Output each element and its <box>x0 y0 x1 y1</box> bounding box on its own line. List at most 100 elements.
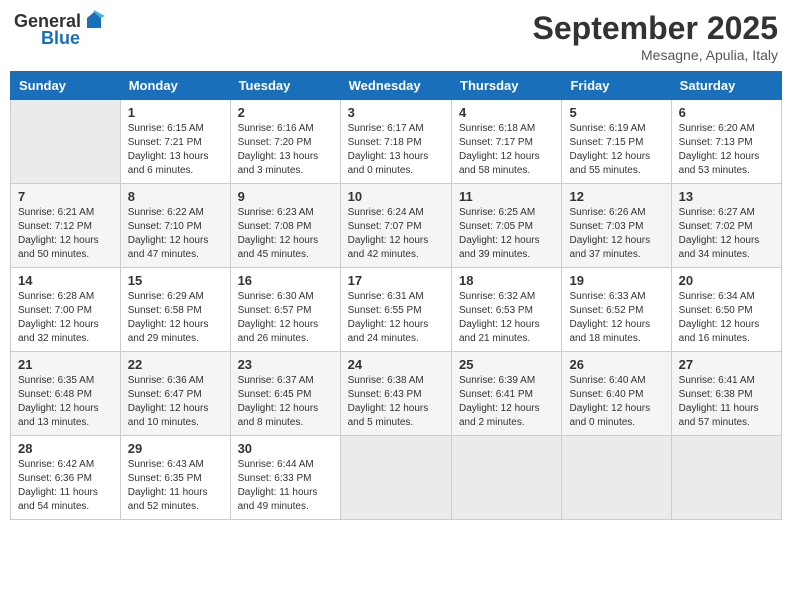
calendar-cell: 5Sunrise: 6:19 AMSunset: 7:15 PMDaylight… <box>562 100 671 184</box>
day-number: 30 <box>238 441 333 456</box>
month-title: September 2025 <box>533 10 778 47</box>
day-info: Sunrise: 6:44 AMSunset: 6:33 PMDaylight:… <box>238 458 333 514</box>
calendar-cell <box>671 436 781 520</box>
day-info: Sunrise: 6:26 AMSunset: 7:03 PMDaylight:… <box>569 206 663 262</box>
day-info: Sunrise: 6:37 AMSunset: 6:45 PMDaylight:… <box>238 374 333 430</box>
day-number: 7 <box>18 189 113 204</box>
calendar-cell: 12 Sunrise: 6:26 AMSunset: 7:03 PMDayligh… <box>562 184 671 268</box>
day-number: 29 <box>128 441 223 456</box>
day-number: 12 <box>569 189 663 204</box>
calendar-cell: 25Sunrise: 6:39 AMSunset: 6:41 PMDayligh… <box>452 352 562 436</box>
day-number: 13 <box>679 189 774 204</box>
day-info: Sunrise: 6:25 AMSunset: 7:05 PMDaylight:… <box>459 206 554 262</box>
day-number: 26 <box>569 357 663 372</box>
day-number: 22 <box>128 357 223 372</box>
day-number: 10 <box>348 189 444 204</box>
calendar-week-row: 7 Sunrise: 6:21 AMSunset: 7:12 PMDaylight… <box>11 184 782 268</box>
day-info: Sunrise: 6:40 AMSunset: 6:40 PMDaylight:… <box>569 374 663 430</box>
calendar-cell: 27Sunrise: 6:41 AMSunset: 6:38 PMDayligh… <box>671 352 781 436</box>
calendar-week-row: 21Sunrise: 6:35 AMSunset: 6:48 PMDayligh… <box>11 352 782 436</box>
day-info: Sunrise: 6:15 AMSunset: 7:21 PMDaylight:… <box>128 122 223 178</box>
column-header-monday: Monday <box>120 72 230 100</box>
day-number: 14 <box>18 273 113 288</box>
calendar-cell: 23 Sunrise: 6:37 AMSunset: 6:45 PMDayligh… <box>230 352 340 436</box>
calendar-cell: 20 Sunrise: 6:34 AMSunset: 6:50 PMDayligh… <box>671 268 781 352</box>
column-header-saturday: Saturday <box>671 72 781 100</box>
day-number: 16 <box>238 273 333 288</box>
day-info: Sunrise: 6:42 AMSunset: 6:36 PMDaylight:… <box>18 458 113 514</box>
calendar-cell: 14 Sunrise: 6:28 AMSunset: 7:00 PMDayligh… <box>11 268 121 352</box>
day-number: 8 <box>128 189 223 204</box>
calendar-cell: 19 Sunrise: 6:33 AMSunset: 6:52 PMDayligh… <box>562 268 671 352</box>
calendar-cell: 3 Sunrise: 6:17 AMSunset: 7:18 PMDaylight… <box>340 100 451 184</box>
calendar-cell: 8 Sunrise: 6:22 AMSunset: 7:10 PMDaylight… <box>120 184 230 268</box>
calendar-cell: 29 Sunrise: 6:43 AMSunset: 6:35 PMDayligh… <box>120 436 230 520</box>
day-number: 15 <box>128 273 223 288</box>
day-info: Sunrise: 6:19 AMSunset: 7:15 PMDaylight:… <box>569 122 663 178</box>
day-number: 18 <box>459 273 554 288</box>
day-number: 25 <box>459 357 554 372</box>
day-info: Sunrise: 6:41 AMSunset: 6:38 PMDaylight:… <box>679 374 774 430</box>
calendar-week-row: 28Sunrise: 6:42 AMSunset: 6:36 PMDayligh… <box>11 436 782 520</box>
day-info: Sunrise: 6:33 AMSunset: 6:52 PMDaylight:… <box>569 290 663 346</box>
day-number: 11 <box>459 189 554 204</box>
calendar-cell: 11 Sunrise: 6:25 AMSunset: 7:05 PMDayligh… <box>452 184 562 268</box>
calendar-cell: 21Sunrise: 6:35 AMSunset: 6:48 PMDayligh… <box>11 352 121 436</box>
day-info: Sunrise: 6:30 AMSunset: 6:57 PMDaylight:… <box>238 290 333 346</box>
day-info: Sunrise: 6:31 AMSunset: 6:55 PMDaylight:… <box>348 290 444 346</box>
day-number: 4 <box>459 105 554 120</box>
day-info: Sunrise: 6:24 AMSunset: 7:07 PMDaylight:… <box>348 206 444 262</box>
calendar-cell: 7 Sunrise: 6:21 AMSunset: 7:12 PMDaylight… <box>11 184 121 268</box>
page-header: General Blue September 2025 Mesagne, Apu… <box>10 10 782 63</box>
day-number: 2 <box>238 105 333 120</box>
column-header-sunday: Sunday <box>11 72 121 100</box>
day-number: 21 <box>18 357 113 372</box>
calendar-cell: 1 Sunrise: 6:15 AMSunset: 7:21 PMDaylight… <box>120 100 230 184</box>
location-text: Mesagne, Apulia, Italy <box>533 47 778 63</box>
calendar-cell: 6Sunrise: 6:20 AMSunset: 7:13 PMDaylight… <box>671 100 781 184</box>
day-number: 3 <box>348 105 444 120</box>
calendar-cell: 15Sunrise: 6:29 AMSunset: 6:58 PMDayligh… <box>120 268 230 352</box>
calendar-cell: 22 Sunrise: 6:36 AMSunset: 6:47 PMDayligh… <box>120 352 230 436</box>
day-info: Sunrise: 6:43 AMSunset: 6:35 PMDaylight:… <box>128 458 223 514</box>
calendar-week-row: 14 Sunrise: 6:28 AMSunset: 7:00 PMDayligh… <box>11 268 782 352</box>
calendar-cell <box>11 100 121 184</box>
day-number: 24 <box>348 357 444 372</box>
day-info: Sunrise: 6:28 AMSunset: 7:00 PMDaylight:… <box>18 290 113 346</box>
day-info: Sunrise: 6:17 AMSunset: 7:18 PMDaylight:… <box>348 122 444 178</box>
calendar-table: SundayMondayTuesdayWednesdayThursdayFrid… <box>10 71 782 520</box>
day-info: Sunrise: 6:22 AMSunset: 7:10 PMDaylight:… <box>128 206 223 262</box>
column-header-tuesday: Tuesday <box>230 72 340 100</box>
day-number: 6 <box>679 105 774 120</box>
day-number: 20 <box>679 273 774 288</box>
day-number: 1 <box>128 105 223 120</box>
day-info: Sunrise: 6:16 AMSunset: 7:20 PMDaylight:… <box>238 122 333 178</box>
column-header-friday: Friday <box>562 72 671 100</box>
calendar-cell <box>562 436 671 520</box>
day-info: Sunrise: 6:36 AMSunset: 6:47 PMDaylight:… <box>128 374 223 430</box>
calendar-header-row: SundayMondayTuesdayWednesdayThursdayFrid… <box>11 72 782 100</box>
column-header-thursday: Thursday <box>452 72 562 100</box>
day-number: 23 <box>238 357 333 372</box>
day-number: 17 <box>348 273 444 288</box>
calendar-cell <box>452 436 562 520</box>
logo: General Blue <box>14 10 105 49</box>
day-info: Sunrise: 6:18 AMSunset: 7:17 PMDaylight:… <box>459 122 554 178</box>
day-number: 19 <box>569 273 663 288</box>
calendar-cell: 24 Sunrise: 6:38 AMSunset: 6:43 PMDayligh… <box>340 352 451 436</box>
calendar-cell: 13 Sunrise: 6:27 AMSunset: 7:02 PMDayligh… <box>671 184 781 268</box>
calendar-cell: 26 Sunrise: 6:40 AMSunset: 6:40 PMDayligh… <box>562 352 671 436</box>
logo-blue-text: Blue <box>41 28 80 49</box>
day-info: Sunrise: 6:21 AMSunset: 7:12 PMDaylight:… <box>18 206 113 262</box>
day-info: Sunrise: 6:27 AMSunset: 7:02 PMDaylight:… <box>679 206 774 262</box>
day-info: Sunrise: 6:38 AMSunset: 6:43 PMDaylight:… <box>348 374 444 430</box>
calendar-cell: 9Sunrise: 6:23 AMSunset: 7:08 PMDaylight… <box>230 184 340 268</box>
calendar-cell: 30 Sunrise: 6:44 AMSunset: 6:33 PMDayligh… <box>230 436 340 520</box>
calendar-cell: 16 Sunrise: 6:30 AMSunset: 6:57 PMDayligh… <box>230 268 340 352</box>
calendar-cell: 18Sunrise: 6:32 AMSunset: 6:53 PMDayligh… <box>452 268 562 352</box>
calendar-cell: 2 Sunrise: 6:16 AMSunset: 7:20 PMDaylight… <box>230 100 340 184</box>
day-info: Sunrise: 6:34 AMSunset: 6:50 PMDaylight:… <box>679 290 774 346</box>
column-header-wednesday: Wednesday <box>340 72 451 100</box>
calendar-cell: 17 Sunrise: 6:31 AMSunset: 6:55 PMDayligh… <box>340 268 451 352</box>
calendar-cell: 10 Sunrise: 6:24 AMSunset: 7:07 PMDayligh… <box>340 184 451 268</box>
